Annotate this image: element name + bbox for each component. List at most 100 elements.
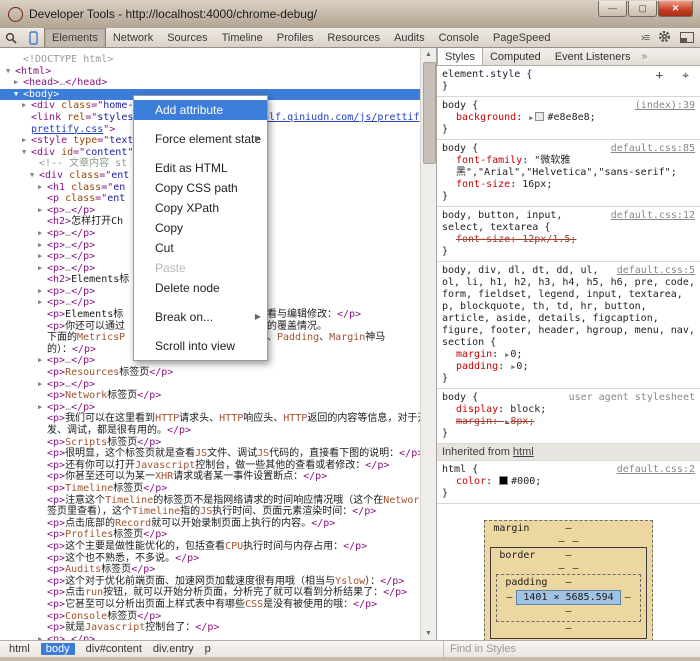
disclosure-arrow-icon[interactable]: ▶ bbox=[14, 77, 23, 89]
maximize-button[interactable]: ▢ bbox=[628, 1, 657, 17]
expand-shorthand-icon[interactable]: ▶ bbox=[529, 114, 533, 122]
rule-selector-line[interactable]: default.css:85body { bbox=[442, 143, 695, 155]
device-mode-icon[interactable] bbox=[22, 28, 44, 47]
dom-tree-row[interactable]: ▶<p>…</p> bbox=[0, 402, 420, 414]
rule-selector-line[interactable]: default.css:12body, button, input, selec… bbox=[442, 210, 695, 234]
dom-tree-row[interactable]: ▼<html> bbox=[0, 66, 420, 78]
disclosure-arrow-icon[interactable]: ▶ bbox=[38, 205, 47, 217]
dom-tree-row[interactable]: <p>Console标签页</p> bbox=[0, 611, 420, 623]
dom-tree-row[interactable]: <p>Audits标签页</p> bbox=[0, 564, 420, 576]
new-style-rule-and-inspect-icons[interactable]: + ⌖ bbox=[656, 69, 695, 81]
dom-tree-row[interactable]: <p>这个对于优化前端页面、加速网页加载速度很有用哦（相当与Yslow）：</p… bbox=[0, 576, 420, 588]
disclosure-arrow-icon[interactable]: ▶ bbox=[38, 402, 47, 414]
minimize-button[interactable]: — bbox=[598, 1, 627, 17]
stylesheet-source-link[interactable]: (index):39 bbox=[635, 100, 695, 112]
metrics-padding-left-value[interactable]: – bbox=[502, 592, 516, 603]
dom-tree-row[interactable]: <p>Network标签页</p> bbox=[0, 390, 420, 402]
stylesheet-source-link[interactable]: default.css:12 bbox=[611, 210, 695, 222]
metrics-border-box[interactable]: border–––padding––1401 × 5685.594––– bbox=[490, 547, 646, 639]
breadcrumb-item-body[interactable]: body bbox=[41, 643, 75, 655]
metrics-border-right-value[interactable]: – bbox=[569, 563, 583, 574]
dom-tree-row[interactable]: <p>很明显，这个标签页就是查看JS文件、调试JS代码的，直接看下图的说明：</… bbox=[0, 448, 420, 460]
metrics-margin-bottom-value[interactable]: – bbox=[490, 639, 646, 640]
sidebar-tab-event-listeners[interactable]: Event Listeners bbox=[548, 48, 638, 65]
metrics-border-top-value[interactable]: – bbox=[565, 550, 571, 561]
dom-tree-row[interactable]: <p>Scripts标签页</p> bbox=[0, 437, 420, 449]
disclosure-arrow-icon[interactable]: ▶ bbox=[38, 182, 47, 194]
context-menu-item-copy-xpath[interactable]: Copy XPath bbox=[134, 198, 267, 218]
toolbar-tab-resources[interactable]: Resources bbox=[320, 28, 387, 47]
context-menu-item-edit-as-html[interactable]: Edit as HTML bbox=[134, 158, 267, 178]
toolbar-tab-pagespeed[interactable]: PageSpeed bbox=[486, 28, 558, 47]
dom-tree-row[interactable]: <p>Resources标签页</p> bbox=[0, 367, 420, 379]
disclosure-arrow-icon[interactable]: ▶ bbox=[22, 100, 31, 112]
disclosure-arrow-icon[interactable]: ▼ bbox=[6, 66, 15, 78]
metrics-margin-left-value[interactable]: – bbox=[554, 536, 568, 547]
toolbar-tab-network[interactable]: Network bbox=[106, 28, 160, 47]
dom-tree-row[interactable]: <p>点击run按钮，就可以开始分析页面，分析完了就可以看到分析结果了：</p> bbox=[0, 587, 420, 599]
style-property[interactable]: color: #000; bbox=[442, 476, 695, 488]
scrollbar-thumb[interactable] bbox=[423, 62, 436, 164]
disclosure-arrow-icon[interactable]: ▼ bbox=[30, 170, 39, 182]
expand-shorthand-icon[interactable]: ▶ bbox=[505, 351, 509, 359]
stylesheet-source-link[interactable]: default.css:85 bbox=[611, 143, 695, 155]
sidebar-tab-overflow-icon[interactable]: » bbox=[642, 48, 648, 65]
metrics-border-left-value[interactable]: – bbox=[554, 563, 568, 574]
breadcrumb-item-html[interactable]: html bbox=[9, 643, 30, 655]
style-property[interactable]: margin: ▶8px; bbox=[442, 416, 695, 428]
expand-shorthand-icon[interactable]: ▶ bbox=[511, 363, 515, 371]
disclosure-arrow-icon[interactable]: ▼ bbox=[14, 89, 23, 101]
dom-tree-row[interactable]: <p>这个也不熟悉，不多说。</p> bbox=[0, 553, 420, 565]
metrics-padding-bottom-value[interactable]: – bbox=[502, 605, 634, 618]
rule-selector-line[interactable]: default.css:2html { bbox=[442, 464, 695, 476]
disclosure-arrow-icon[interactable]: ▶ bbox=[38, 251, 47, 263]
rule-selector-line[interactable]: (index):39body { bbox=[442, 100, 695, 112]
dom-tree-row[interactable]: 签页里查看），这个Timeline指的JS执行时间、页面元素渲染时间：</p> bbox=[0, 506, 420, 518]
scrollbar-down-arrow[interactable]: ▼ bbox=[421, 627, 436, 640]
disclosure-arrow-icon[interactable]: ▶ bbox=[38, 355, 47, 367]
resource-link[interactable]: prettify.css bbox=[31, 124, 103, 135]
toolbar-tab-timeline[interactable]: Timeline bbox=[215, 28, 270, 47]
context-menu-item-force-element-state[interactable]: Force element state▶ bbox=[134, 129, 267, 149]
inherited-node-link[interactable]: html bbox=[513, 446, 534, 458]
dom-tree-row[interactable]: ▶<p>…</p> bbox=[0, 379, 420, 391]
style-property[interactable]: font-size: 12px/1.5; bbox=[442, 234, 695, 246]
context-menu-item-scroll-into-view[interactable]: Scroll into view bbox=[134, 336, 267, 356]
disclosure-arrow-icon[interactable]: ▶ bbox=[38, 379, 47, 391]
dom-tree-row[interactable]: <p>还有你可以打开Javascript控制台，做一些其他的查看或者修改：</p… bbox=[0, 460, 420, 472]
disclosure-arrow-icon[interactable]: ▶ bbox=[22, 135, 31, 147]
context-menu-item-add-attribute[interactable]: Add attribute bbox=[134, 100, 267, 120]
metrics-border-bottom-value[interactable]: – bbox=[496, 622, 640, 635]
show-console-drawer-icon[interactable]: ›≡ bbox=[641, 32, 649, 44]
disclosure-arrow-icon[interactable]: ▶ bbox=[38, 286, 47, 298]
style-property[interactable]: font-size: 16px; bbox=[442, 179, 695, 191]
scrollbar-up-arrow[interactable]: ▲ bbox=[421, 48, 436, 61]
dom-tree-row[interactable]: <p>就是Javascript控制台了：</p> bbox=[0, 622, 420, 634]
rule-selector-line[interactable]: default.css:5body, div, dl, dt, dd, ul, … bbox=[442, 265, 695, 349]
disclosure-arrow-icon[interactable]: ▶ bbox=[38, 263, 47, 275]
toolbar-tab-profiles[interactable]: Profiles bbox=[270, 28, 321, 47]
toolbar-tab-audits[interactable]: Audits bbox=[387, 28, 432, 47]
context-menu-item-delete-node[interactable]: Delete node bbox=[134, 278, 267, 298]
dom-tree-row[interactable]: <p>点击底部的Record就可以开始录制页面上执行的内容。</p> bbox=[0, 518, 420, 530]
context-menu-item-copy[interactable]: Copy bbox=[134, 218, 267, 238]
breadcrumb-item-div-entry[interactable]: div.entry bbox=[153, 643, 194, 655]
expand-shorthand-icon[interactable]: ▶ bbox=[505, 418, 509, 426]
disclosure-arrow-icon[interactable]: ▶ bbox=[38, 297, 47, 309]
dom-tree-row[interactable]: <p>这个主要是做性能优化的，包括查看CPU执行时间与内存占用：</p> bbox=[0, 541, 420, 553]
style-property[interactable]: display: block; bbox=[442, 404, 695, 416]
stylesheet-source-link[interactable]: default.css:2 bbox=[617, 464, 695, 476]
inspect-element-icon[interactable] bbox=[0, 28, 22, 47]
dom-tree-scrollbar[interactable]: ▲ ▼ bbox=[420, 48, 436, 640]
dom-tree-row[interactable]: <p>Timeline标签页</p> bbox=[0, 483, 420, 495]
dom-tree-row[interactable]: <!DOCTYPE html> bbox=[0, 54, 420, 66]
find-in-styles-input[interactable]: Find in Styles bbox=[443, 641, 700, 657]
context-menu-item-break-on[interactable]: Break on...▶ bbox=[134, 307, 267, 327]
style-property[interactable]: font-family: "微软雅黑","Arial","Helvetica",… bbox=[442, 155, 695, 179]
disclosure-arrow-icon[interactable]: ▼ bbox=[22, 147, 31, 159]
sidebar-tab-computed[interactable]: Computed bbox=[483, 48, 548, 65]
style-property[interactable]: background: ▶#e8e8e8; bbox=[442, 112, 695, 124]
sidebar-tab-styles[interactable]: Styles bbox=[437, 48, 483, 65]
toolbar-tab-sources[interactable]: Sources bbox=[160, 28, 214, 47]
metrics-content-box[interactable]: 1401 × 5685.594 bbox=[516, 590, 620, 605]
